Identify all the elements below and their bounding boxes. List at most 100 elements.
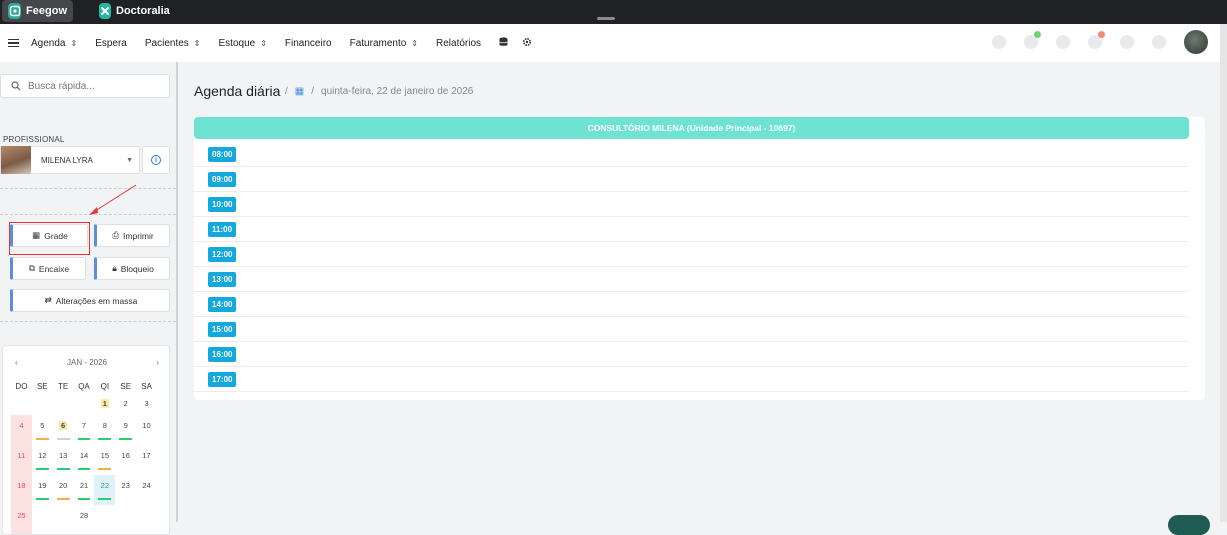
page-scrollbar[interactable] [1220,24,1227,522]
bulk-changes-label: Alterações em massa [55,295,138,306]
menu-icon[interactable] [8,38,19,48]
time-badge[interactable]: 11:00 [208,222,237,237]
block-button[interactable]: 🔒︎ Bloqueio [94,257,170,280]
calendar-day[interactable]: 16 [115,445,136,475]
calendar-day[interactable]: 8 [94,415,115,445]
calendar-day[interactable]: 15 [94,445,115,475]
nav-item-faturamento[interactable]: Faturamento ⇕ [350,38,418,49]
nav-item-label: Pacientes [144,37,189,49]
calendar-day[interactable]: 7 [74,415,95,445]
calendar-day-number: 8 [102,421,107,430]
nav-item-agenda[interactable]: Agenda ⇕ [31,38,77,49]
calendar-day[interactable]: 2 [115,397,136,415]
calendar-day[interactable]: 17 [136,445,157,475]
calendar-day-number: 24 [142,481,151,490]
bulk-changes-button[interactable]: ⇄ Alterações em massa [10,289,170,312]
calendar-day[interactable]: 11 [11,445,32,475]
time-slot-row[interactable]: 17:00 [194,367,1189,392]
calendar-day[interactable]: 21 [74,475,95,505]
doctoralia-logo-icon [99,3,111,19]
calendar-day[interactable]: 23 [115,475,136,505]
database-icon[interactable] [499,36,508,50]
time-slot-row[interactable]: 11:00 [194,217,1189,242]
calendar-day[interactable]: 24 [136,475,157,505]
swap-icon: ⇄ [44,295,52,305]
time-slot-row[interactable]: 13:00 [194,267,1189,292]
gear-icon[interactable] [522,37,532,50]
window-drag-handle[interactable] [597,17,615,20]
chat-icon[interactable] [1024,31,1041,49]
next-month-icon[interactable]: › [156,358,159,367]
time-slot-row[interactable]: 16:00 [194,342,1189,367]
time-badge[interactable]: 13:00 [208,272,237,287]
doctoralia-tab[interactable]: Doctoralia [93,0,173,22]
time-slot-row[interactable]: 15:00 [194,317,1189,342]
search-input[interactable] [28,80,158,92]
professional-info-button[interactable]: i [142,146,170,174]
calendar-day[interactable]: 1 [94,397,115,415]
nav-item-pacientes[interactable]: Pacientes ⇕ [145,38,201,49]
encaixe-button[interactable]: ⧉ Encaixe [10,257,86,280]
calendar-day-number: 21 [79,481,89,490]
calendar-day[interactable]: 4 [11,415,32,445]
time-slot-row[interactable]: 08:00 [194,142,1189,167]
feegow-tab[interactable]: Feegow [2,0,73,22]
time-badge[interactable]: 17:00 [208,372,237,387]
day-occupancy-bar [35,468,49,470]
calendar-day[interactable]: 13 [53,445,74,475]
calendar-icon[interactable]: ▦ [295,86,304,97]
prev-month-icon[interactable]: ‹ [15,358,18,367]
calendar-day-number: 9 [123,421,128,430]
chat-widget-button[interactable] [1168,515,1210,535]
nav-item-espera[interactable]: Espera [95,38,127,49]
nav-item-financeiro[interactable]: Financeiro [285,38,332,49]
calendar-day[interactable]: 25 [11,505,32,534]
time-badge[interactable]: 14:00 [208,297,237,312]
time-slot-row[interactable]: 12:00 [194,242,1189,267]
print-button[interactable]: ⎙ Imprimir [94,224,170,247]
time-badge[interactable]: 16:00 [208,347,237,362]
calendar-day[interactable]: 14 [74,445,95,475]
day-occupancy-bar [98,498,112,500]
calendar-icon[interactable] [1120,35,1134,49]
calendar-day-number: 10 [142,421,151,430]
calendar-day[interactable]: 6 [53,415,74,445]
calendar-day-number: 5 [40,421,45,430]
calendar-day[interactable]: 5 [32,415,53,445]
calendar-day-number: 2 [123,399,128,408]
calendar-day[interactable]: 28 [74,505,95,534]
calendar-day[interactable]: 19 [32,475,53,505]
nav-item-label: Faturamento [349,37,407,49]
calendar-day[interactable]: 20 [53,475,74,505]
day-occupancy-bar [35,438,49,440]
time-slot-row[interactable]: 14:00 [194,292,1189,317]
time-slot-row[interactable]: 10:00 [194,192,1189,217]
calendar-empty-cell [32,397,53,415]
calendar-day-number: 15 [100,451,110,460]
calendar-empty-cell [94,505,115,534]
pencil-icon[interactable] [992,35,1006,49]
time-badge[interactable]: 12:00 [208,247,237,262]
nav-item-relat-rios[interactable]: Relatórios [436,38,481,49]
bell-icon[interactable] [1056,35,1070,49]
calendar-day[interactable]: 10 [136,415,157,445]
weekday-label: SE [120,382,132,391]
calendar-day[interactable]: 18 [11,475,32,505]
calendar-day[interactable]: 12 [32,445,53,475]
doctoralia-tab-label: Doctoralia [116,5,170,17]
calendar-day[interactable]: 22 [94,475,116,505]
time-badge[interactable]: 09:00 [208,172,237,187]
apps-icon[interactable] [1152,35,1166,49]
nav-item-estoque[interactable]: Estoque ⇕ [219,38,267,49]
user-avatar[interactable] [1184,30,1208,54]
time-badge[interactable]: 10:00 [208,197,237,212]
encaixe-label: Encaixe [38,263,70,274]
calendar-day[interactable]: 9 [115,415,136,445]
quick-search[interactable] [0,74,170,98]
time-badge[interactable]: 08:00 [208,147,237,162]
calendar-day[interactable]: 3 [136,397,157,415]
time-slot-row[interactable]: 09:00 [194,167,1189,192]
time-badge[interactable]: 15:00 [208,322,237,337]
professional-select[interactable]: MILENA LYRA ▼ [0,146,140,174]
notification-icon[interactable] [1088,31,1105,49]
